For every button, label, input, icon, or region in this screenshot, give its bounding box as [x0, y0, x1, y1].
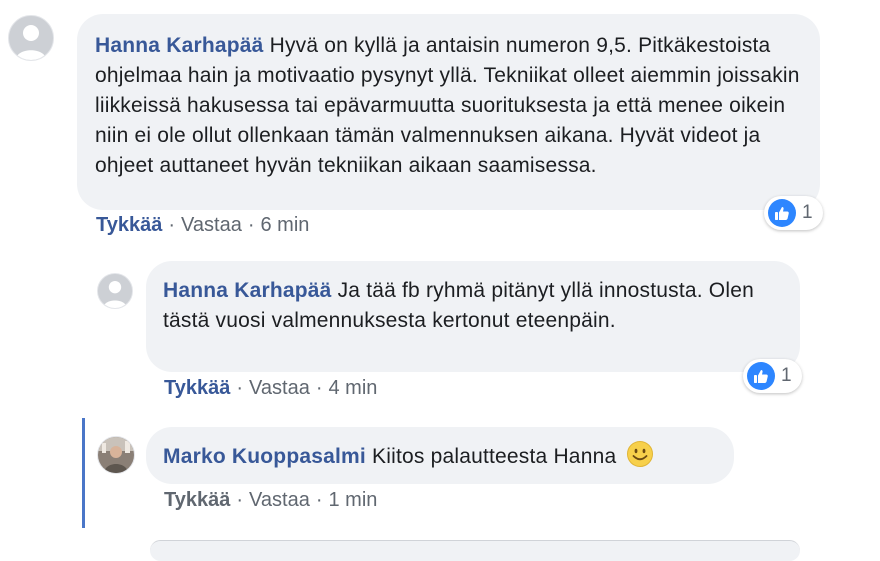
- comment-1-avatar[interactable]: [8, 15, 54, 61]
- separator-dot: ·: [236, 489, 244, 511]
- comment-3-text: Kiitos palautteesta Hanna: [372, 445, 617, 468]
- comment-1-reply-link[interactable]: Vastaa: [181, 214, 242, 236]
- comment-2-timestamp[interactable]: 4 min: [328, 377, 377, 399]
- comment-2-reaction-badge[interactable]: 1: [743, 359, 802, 393]
- comment-2-bubble: Hanna Karhapää Ja tää fb ryhmä pitänyt y…: [146, 261, 800, 372]
- default-avatar-icon: [9, 16, 53, 60]
- comment-3-like-link[interactable]: Tykkää: [164, 489, 230, 511]
- default-avatar-icon: [98, 274, 132, 308]
- comment-2-like-link[interactable]: Tykkää: [164, 377, 230, 399]
- profile-photo-icon: [98, 437, 134, 473]
- comment-2-author[interactable]: Hanna Karhapää: [163, 279, 332, 302]
- separator-dot: ·: [315, 377, 323, 399]
- comment-3-actions: Tykkää · Vastaa · 1 min: [164, 489, 377, 512]
- smiley-emoji-icon: [626, 440, 654, 468]
- comment-2-reaction-count: 1: [781, 365, 792, 386]
- comment-1-like-link[interactable]: Tykkää: [96, 214, 162, 236]
- reply-input-edge[interactable]: [150, 540, 800, 561]
- separator-dot: ·: [315, 489, 323, 511]
- comment-3-author[interactable]: Marko Kuoppasalmi: [163, 445, 366, 468]
- comment-2-reply-link[interactable]: Vastaa: [249, 377, 310, 399]
- like-icon: [747, 362, 775, 390]
- comment-1-actions: Tykkää · Vastaa · 6 min: [96, 214, 309, 237]
- comment-3-avatar[interactable]: [97, 436, 135, 474]
- comment-3-reply-link[interactable]: Vastaa: [249, 489, 310, 511]
- comment-1-bubble: Hanna Karhapää Hyvä on kyllä ja antaisin…: [77, 14, 820, 210]
- reply-thread-indicator: [82, 418, 85, 528]
- separator-dot: ·: [168, 214, 176, 236]
- comment-1-author[interactable]: Hanna Karhapää: [95, 34, 264, 57]
- comment-1-reaction-count: 1: [802, 202, 813, 223]
- separator-dot: ·: [236, 377, 244, 399]
- comment-1-timestamp[interactable]: 6 min: [260, 214, 309, 236]
- comment-3-bubble: Marko Kuoppasalmi Kiitos palautteesta Ha…: [146, 427, 734, 484]
- separator-dot: ·: [247, 214, 255, 236]
- comment-1-reaction-badge[interactable]: 1: [764, 196, 823, 230]
- comment-2-avatar[interactable]: [97, 273, 133, 309]
- like-icon: [768, 199, 796, 227]
- comment-3-timestamp[interactable]: 1 min: [328, 489, 377, 511]
- comment-2-actions: Tykkää · Vastaa · 4 min: [164, 377, 377, 400]
